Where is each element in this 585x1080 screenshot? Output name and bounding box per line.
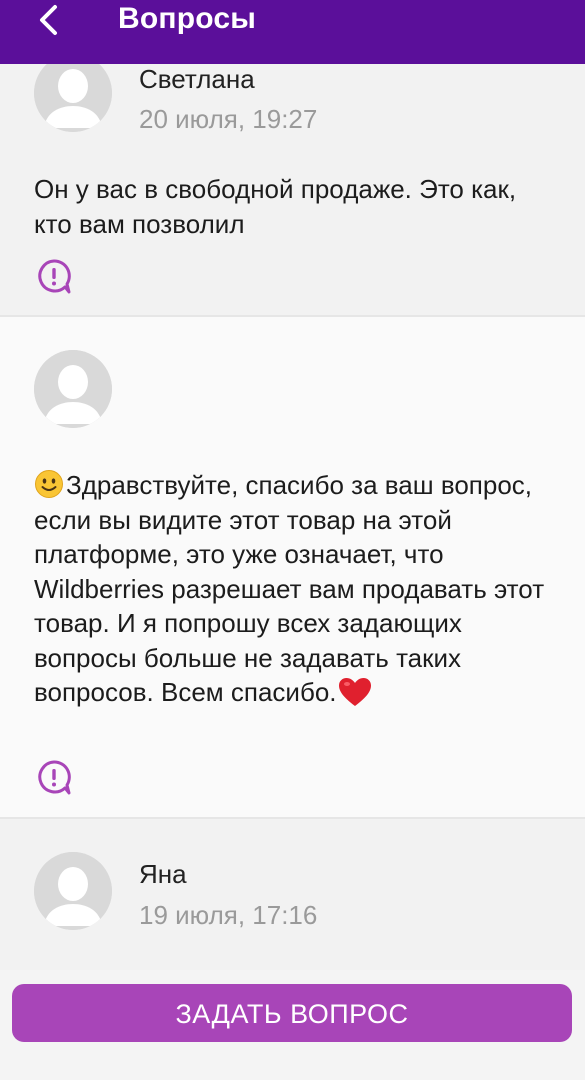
- user-placeholder-icon: [34, 54, 112, 132]
- question-date: 19 июля, 17:16: [139, 900, 318, 930]
- question-item: Светлана 20 июля, 19:27 Он у вас в свобо…: [0, 54, 585, 315]
- question-date: 20 июля, 19:27: [139, 104, 318, 134]
- ask-question-button[interactable]: ЗАДАТЬ ВОПРОС: [12, 984, 572, 1042]
- user-placeholder-icon: [34, 852, 112, 930]
- user-placeholder-icon: [34, 350, 112, 428]
- avatar: [34, 852, 112, 930]
- answer-text: Здравствуйте, спасибо за ваш вопрос, есл…: [34, 470, 545, 707]
- answer-item: Здравствуйте, спасибо за ваш вопрос, есл…: [0, 317, 585, 817]
- report-icon: [38, 259, 71, 294]
- chevron-left-icon: [40, 5, 57, 35]
- back-button[interactable]: [28, 2, 68, 38]
- avatar: [34, 350, 112, 428]
- question-text: Он у вас в свободной продаже. Это как, к…: [34, 174, 517, 239]
- page-title: Вопросы: [118, 2, 257, 35]
- question-author: Светлана: [139, 64, 255, 94]
- avatar: [34, 54, 112, 132]
- question-item: Яна 19 июля, 17:16: [0, 819, 585, 970]
- report-button[interactable]: [34, 257, 74, 297]
- report-icon: [38, 760, 71, 795]
- question-author: Яна: [139, 859, 187, 889]
- report-button[interactable]: [34, 758, 74, 798]
- slightly-smiling-face-emoji: [35, 470, 63, 498]
- questions-screen: Вопросы Светлана 20 июля, 19:27 Он у вас…: [0, 0, 585, 1080]
- answer-text-block: Здравствуйте, спасибо за ваш вопрос, есл…: [34, 468, 554, 710]
- red-heart-emoji: [338, 678, 371, 706]
- app-header: Вопросы: [0, 0, 585, 64]
